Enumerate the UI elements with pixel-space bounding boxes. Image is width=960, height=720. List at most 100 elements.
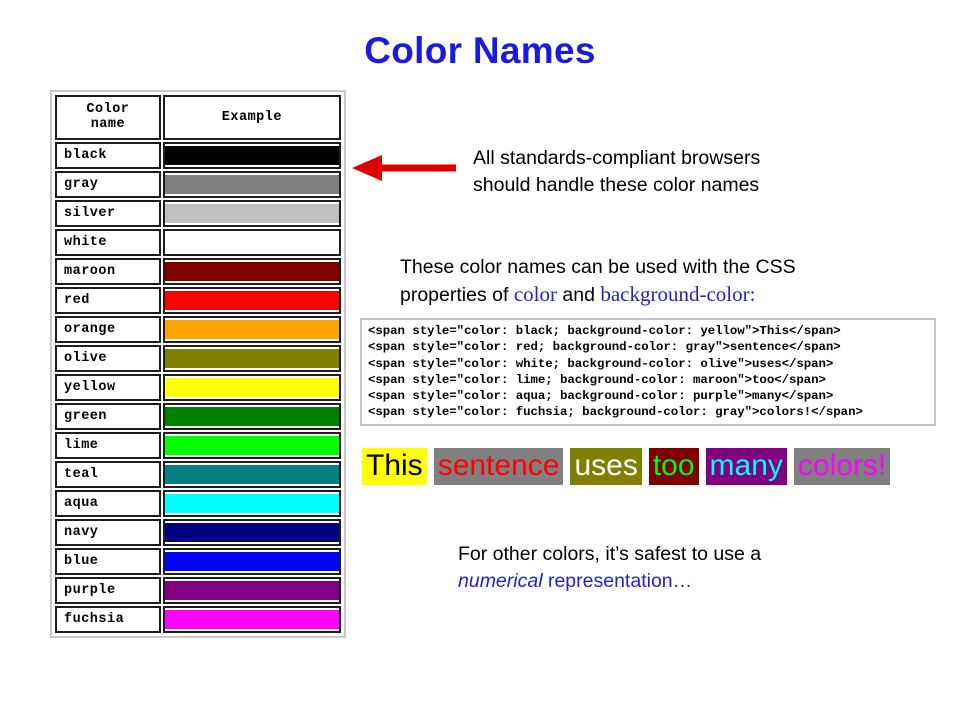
table-row: purple (55, 577, 341, 604)
color-swatch (165, 146, 339, 165)
table-row: maroon (55, 258, 341, 285)
code-line: <span style="color: aqua; background-col… (368, 388, 930, 404)
color-swatch-cell (163, 171, 341, 198)
note-numerical: For other colors, it’s safest to use a n… (458, 541, 878, 595)
header-color-name-line1: Color (86, 102, 129, 117)
color-swatch (165, 552, 339, 571)
code-sample-box: <span style="color: black; background-co… (360, 318, 936, 426)
color-name-cell: teal (55, 461, 161, 488)
table-row: black (55, 142, 341, 169)
table-row: fuchsia (55, 606, 341, 633)
color-table-grid: Colorname Example blackgraysilverwhitema… (53, 93, 343, 635)
color-name-cell: gray (55, 171, 161, 198)
left-arrow-icon (350, 152, 458, 184)
color-swatch (165, 610, 339, 629)
note-browsers-line1: All standards-compliant browsers (473, 147, 760, 169)
color-swatch (165, 320, 339, 339)
color-swatch-cell (163, 142, 341, 169)
color-name-cell: fuchsia (55, 606, 161, 633)
color-swatch-cell (163, 461, 341, 488)
color-swatch-cell (163, 577, 341, 604)
color-name-cell: white (55, 229, 161, 256)
color-swatch-cell (163, 606, 341, 633)
header-color-name-line2: name (91, 117, 125, 132)
color-name-cell: silver (55, 200, 161, 227)
color-swatch-cell (163, 490, 341, 517)
code-line: <span style="color: lime; background-col… (368, 372, 930, 388)
color-name-cell: orange (55, 316, 161, 343)
table-row: aqua (55, 490, 341, 517)
css-property-background-color: background-color (600, 282, 749, 306)
table-row: yellow (55, 374, 341, 401)
code-line: <span style="color: fuchsia; background-… (368, 404, 930, 420)
table-row: gray (55, 171, 341, 198)
sentence-word: colors! (794, 448, 890, 485)
note-css-line1: These color names can be used with the C… (400, 256, 796, 278)
color-swatch (165, 233, 339, 252)
color-name-cell: navy (55, 519, 161, 546)
color-name-cell: lime (55, 432, 161, 459)
table-row: white (55, 229, 341, 256)
table-row: navy (55, 519, 341, 546)
sentence-word: This (362, 448, 427, 485)
color-swatch (165, 175, 339, 194)
rendered-color-sentence: Thissentenceusestoomanycolors! (362, 448, 890, 485)
color-name-cell: green (55, 403, 161, 430)
note-browsers-line2: should handle these color names (473, 174, 759, 196)
color-swatch-cell (163, 200, 341, 227)
color-name-cell: blue (55, 548, 161, 575)
color-name-cell: purple (55, 577, 161, 604)
color-swatch (165, 436, 339, 455)
note-numeric-italic-word: numerical (458, 570, 543, 592)
color-name-cell: black (55, 142, 161, 169)
note-css-colon: : (750, 282, 756, 306)
table-row: blue (55, 548, 341, 575)
color-swatch-cell (163, 374, 341, 401)
sentence-word: many (706, 448, 787, 485)
code-line: <span style="color: red; background-colo… (368, 339, 930, 355)
table-row: red (55, 287, 341, 314)
color-swatch-cell (163, 519, 341, 546)
color-swatch (165, 523, 339, 542)
table-row: silver (55, 200, 341, 227)
sentence-word: uses (570, 448, 641, 485)
color-name-cell: olive (55, 345, 161, 372)
color-name-cell: aqua (55, 490, 161, 517)
note-browsers: All standards-compliant browsers should … (473, 145, 893, 199)
color-swatch (165, 407, 339, 426)
header-color-name: Colorname (55, 95, 161, 140)
color-swatch-cell (163, 432, 341, 459)
color-swatch-cell (163, 229, 341, 256)
color-swatch-cell (163, 287, 341, 314)
color-swatch (165, 378, 339, 397)
color-swatch (165, 494, 339, 513)
table-row: olive (55, 345, 341, 372)
color-name-cell: red (55, 287, 161, 314)
color-name-cell: yellow (55, 374, 161, 401)
note-css-conjunction: and (557, 284, 600, 306)
note-numeric-line2-rest: representation… (543, 570, 693, 592)
css-property-color: color (514, 282, 557, 306)
color-names-table: Colorname Example blackgraysilverwhitema… (50, 90, 346, 638)
note-numeric-line1: For other colors, it’s safest to use a (458, 543, 761, 565)
note-css-line2-prefix: properties of (400, 284, 514, 306)
color-name-cell: maroon (55, 258, 161, 285)
color-swatch (165, 262, 339, 281)
page-title: Color Names (0, 30, 960, 72)
header-example: Example (163, 95, 341, 140)
table-header-row: Colorname Example (55, 95, 341, 140)
table-row: green (55, 403, 341, 430)
color-swatch (165, 465, 339, 484)
note-css-properties: These color names can be used with the C… (400, 254, 920, 309)
color-swatch-cell (163, 258, 341, 285)
table-row: orange (55, 316, 341, 343)
sentence-word: sentence (434, 448, 564, 485)
color-swatch (165, 349, 339, 368)
table-row: teal (55, 461, 341, 488)
table-row: lime (55, 432, 341, 459)
color-swatch-cell (163, 316, 341, 343)
color-swatch-cell (163, 403, 341, 430)
color-swatch-cell (163, 548, 341, 575)
color-swatch (165, 291, 339, 310)
sentence-word: too (649, 448, 699, 485)
